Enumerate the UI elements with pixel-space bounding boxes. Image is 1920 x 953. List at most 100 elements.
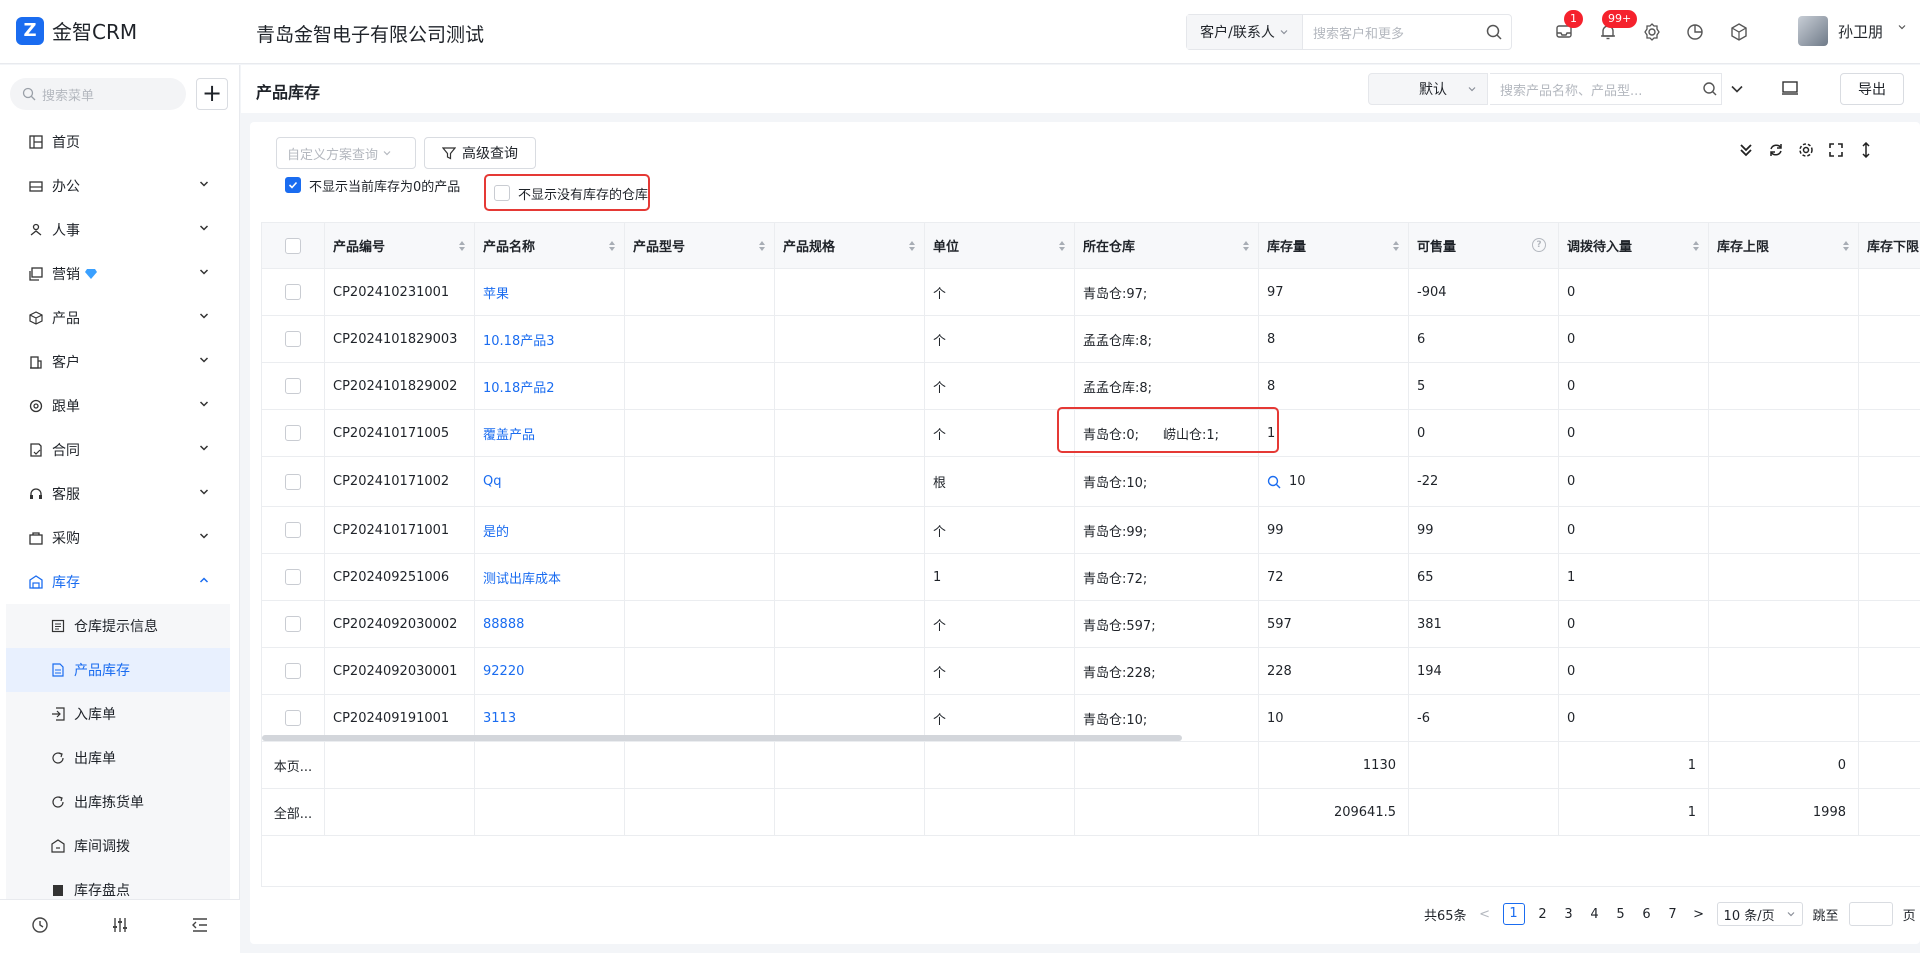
page-button[interactable]: 5: [1613, 907, 1629, 922]
product-name-link[interactable]: 10.18产品3: [475, 316, 625, 362]
hide-empty-warehouse-option[interactable]: 不显示没有库存的仓库: [494, 182, 648, 204]
sort-icon[interactable]: [608, 240, 616, 252]
product-name-link[interactable]: Qq: [475, 457, 625, 506]
sort-icon[interactable]: [758, 240, 766, 252]
page-button[interactable]: 4: [1587, 907, 1603, 922]
sidebar-item-service[interactable]: 客服: [0, 472, 240, 516]
row-checkbox[interactable]: [285, 284, 301, 300]
row-checkbox[interactable]: [285, 522, 301, 538]
sort-icon[interactable]: [1392, 240, 1400, 252]
sidebar-item-picking[interactable]: 出库拣货单: [6, 780, 230, 824]
export-button[interactable]: 导出: [1840, 73, 1904, 105]
column-header[interactable]: 可售量?: [1409, 223, 1559, 268]
sort-icon[interactable]: [1692, 240, 1700, 252]
search-icon[interactable]: [1267, 475, 1281, 489]
horizontal-scrollbar[interactable]: [262, 735, 1182, 741]
sidebar-item-hr[interactable]: 人事: [0, 208, 240, 252]
prev-page-button[interactable]: <: [1477, 907, 1493, 922]
search-icon[interactable]: [1477, 23, 1511, 41]
history-icon[interactable]: [31, 916, 49, 938]
sort-icon[interactable]: [908, 240, 916, 252]
pie-chart-icon[interactable]: [1683, 20, 1707, 44]
hide-zero-stock-checkbox[interactable]: [285, 177, 301, 193]
table-row[interactable]: CP202410231001 苹果 个 青岛仓:97; 97 -904 0: [262, 269, 1920, 316]
menu-collapse-icon[interactable]: [191, 916, 209, 938]
table-row[interactable]: CP202409251006 测试出库成本 1 青岛仓:72; 72 65 1: [262, 554, 1920, 601]
hide-zero-stock-option[interactable]: 不显示当前库存为0的产品: [285, 174, 460, 196]
sidebar-item-marketing[interactable]: 营销: [0, 252, 240, 296]
page-size-select[interactable]: 10 条/页: [1716, 902, 1803, 926]
product-name-link[interactable]: 是的: [475, 507, 625, 553]
monitor-icon[interactable]: [1781, 79, 1799, 97]
hide-empty-warehouse-checkbox[interactable]: [494, 185, 510, 201]
sort-icon[interactable]: [458, 240, 466, 252]
bell-icon[interactable]: 99+: [1596, 10, 1638, 44]
column-header[interactable]: 库存量: [1259, 223, 1409, 268]
help-icon[interactable]: ?: [1532, 238, 1546, 252]
row-checkbox[interactable]: [285, 710, 301, 726]
sidebar-item-home[interactable]: 首页: [0, 120, 240, 164]
table-row[interactable]: CP2024092030001 92220 个 青岛仓:228; 228 194…: [262, 648, 1920, 695]
page-button[interactable]: 3: [1561, 907, 1577, 922]
product-name-link[interactable]: 92220: [475, 648, 625, 694]
settings-icon[interactable]: [1798, 142, 1814, 158]
column-header[interactable]: 产品规格: [775, 223, 925, 268]
row-height-icon[interactable]: [1858, 142, 1874, 158]
add-button[interactable]: +: [196, 78, 228, 110]
sidebar-item-warehouse-alerts[interactable]: 仓库提示信息: [6, 604, 230, 648]
table-row[interactable]: CP202410171001 是的 个 青岛仓:99; 99 99 0: [262, 507, 1920, 554]
table-row[interactable]: CP202410171002 Qq 根 青岛仓:10; 10 -22 0: [262, 457, 1920, 507]
column-header[interactable]: 产品编号: [325, 223, 475, 268]
chevron-down-icon[interactable]: [1896, 21, 1908, 33]
search-type-select[interactable]: 客户/联系人: [1187, 15, 1303, 49]
product-search-input[interactable]: 搜索产品名称、产品型...: [1490, 73, 1722, 105]
sort-icon[interactable]: [1842, 240, 1850, 252]
jump-page-input[interactable]: [1848, 902, 1893, 926]
sidebar-item-inventory[interactable]: 库存: [0, 560, 240, 604]
view-select[interactable]: 默认: [1368, 73, 1488, 105]
app-logo[interactable]: Z 金智CRM: [16, 16, 137, 45]
page-button[interactable]: 2: [1535, 907, 1551, 922]
double-chevron-down-icon[interactable]: [1738, 142, 1754, 158]
avatar[interactable]: [1798, 16, 1828, 46]
sidebar-item-transfer[interactable]: 库间调拨: [6, 824, 230, 868]
cube-icon[interactable]: [1727, 20, 1751, 44]
user-name[interactable]: 孙卫朋: [1838, 21, 1883, 42]
row-checkbox[interactable]: [285, 425, 301, 441]
select-all-checkbox[interactable]: [285, 237, 301, 254]
message-icon[interactable]: 1: [1552, 10, 1583, 44]
product-name-link[interactable]: 10.18产品2: [475, 363, 625, 409]
global-search-input[interactable]: 搜索客户和更多: [1303, 23, 1477, 42]
scheme-query-select[interactable]: 自定义方案查询: [276, 137, 416, 169]
search-icon[interactable]: [1697, 73, 1723, 105]
table-row[interactable]: CP2024092030002 88888 个 青岛仓:597; 597 381…: [262, 601, 1920, 648]
chevron-down-icon[interactable]: [1729, 81, 1745, 97]
product-name-link[interactable]: 88888: [475, 601, 625, 647]
sidebar-item-follow[interactable]: 跟单: [0, 384, 240, 428]
sliders-icon[interactable]: [111, 916, 129, 938]
table-row[interactable]: CP2024101829002 10.18产品2 个 孟孟仓库:8; 8 5 0: [262, 363, 1920, 410]
row-checkbox[interactable]: [285, 473, 301, 490]
row-checkbox[interactable]: [285, 663, 301, 679]
next-page-button[interactable]: >: [1691, 907, 1707, 922]
row-checkbox[interactable]: [285, 616, 301, 632]
sidebar-item-outbound[interactable]: 出库单: [6, 736, 230, 780]
page-button[interactable]: 1: [1502, 903, 1525, 925]
column-header[interactable]: 产品名称: [475, 223, 625, 268]
column-header[interactable]: 库存下限: [1859, 223, 1920, 268]
refresh-icon[interactable]: [1768, 142, 1784, 158]
product-name-link[interactable]: 测试出库成本: [475, 554, 625, 600]
sidebar-item-inbound[interactable]: 入库单: [6, 692, 230, 736]
fullscreen-icon[interactable]: [1828, 142, 1844, 158]
sort-icon[interactable]: [1242, 240, 1250, 252]
sort-icon[interactable]: [1058, 240, 1066, 252]
sidebar-item-purchase[interactable]: 采购: [0, 516, 240, 560]
column-header[interactable]: 所在仓库: [1075, 223, 1259, 268]
column-header[interactable]: 调拨待入量: [1559, 223, 1709, 268]
product-name-link[interactable]: 覆盖产品: [475, 410, 625, 456]
column-header[interactable]: 产品型号: [625, 223, 775, 268]
gear-icon[interactable]: [1640, 20, 1664, 44]
column-header[interactable]: 库存上限: [1709, 223, 1859, 268]
sidebar-item-product-stock[interactable]: 产品库存: [6, 648, 230, 692]
row-checkbox[interactable]: [285, 331, 301, 347]
